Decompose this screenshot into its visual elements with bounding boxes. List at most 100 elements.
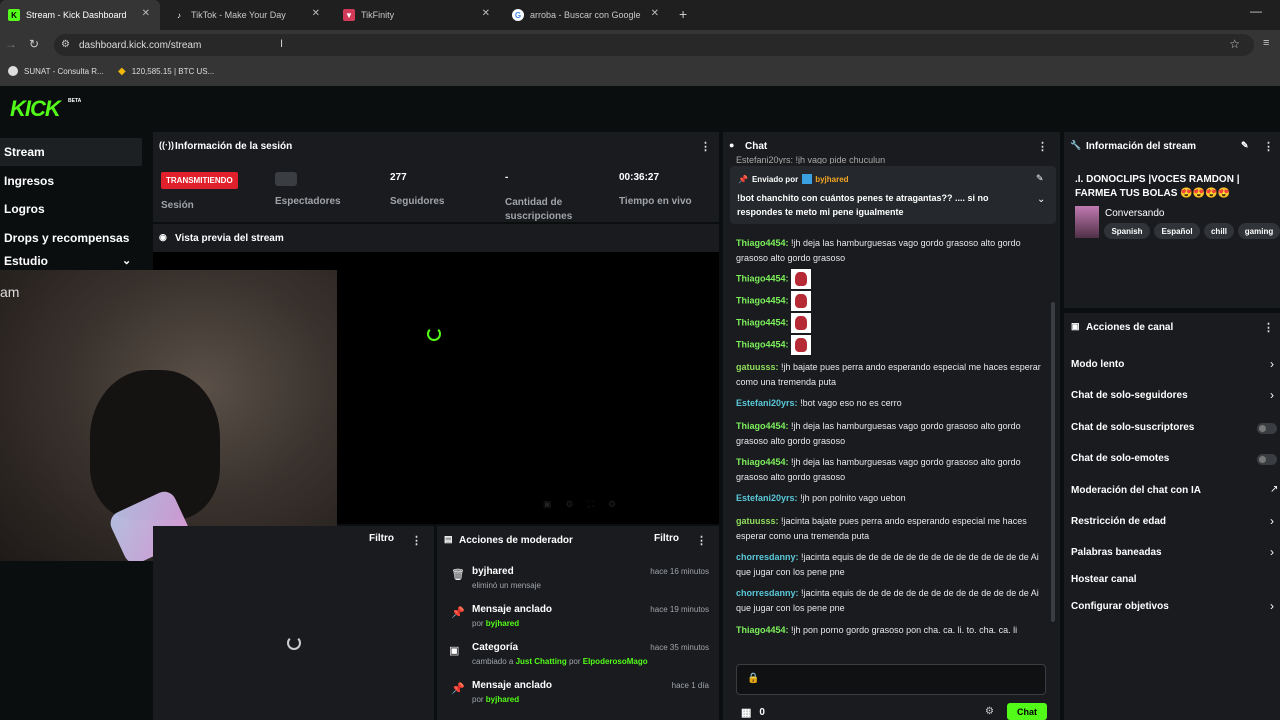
chat-message[interactable]: chorresdanny: !jacinta equis de de de de… (736, 550, 1052, 580)
tag[interactable]: chill (1204, 223, 1234, 239)
edit-icon[interactable]: ✎ (1241, 140, 1249, 151)
chat-username[interactable]: Thiago4454: (736, 339, 789, 349)
category-name[interactable]: Conversando (1105, 208, 1164, 219)
chevron-down-icon[interactable]: ⌄ (1037, 194, 1045, 205)
external-link-icon[interactable]: ↗ (1270, 484, 1278, 495)
mod-sub-user-link[interactable]: byjhared (486, 619, 519, 628)
action-ai-moderation[interactable]: Moderación del chat con IA (1071, 485, 1201, 496)
action-age-restriction[interactable]: Restricción de edad (1071, 516, 1166, 527)
more-options-icon[interactable]: ⋮ (696, 534, 707, 547)
chevron-right-icon[interactable]: › (1270, 599, 1274, 613)
reload-icon[interactable]: ↻ (29, 37, 39, 51)
mod-sub-user-link[interactable]: ElpoderosoMago (583, 657, 648, 666)
chat-username[interactable]: Thiago4454: (736, 317, 789, 327)
chat-message[interactable]: Thiago4454: (736, 291, 1052, 311)
chevron-right-icon[interactable]: › (1270, 357, 1274, 371)
chat-username[interactable]: Estefani20yrs: (736, 493, 798, 503)
filter-button[interactable]: Filtro (369, 533, 394, 544)
action-emotes-only[interactable]: Chat de solo-emotes (1071, 453, 1169, 464)
kick-logo[interactable]: KICK (10, 96, 61, 122)
chat-message[interactable]: chorresdanny: !jacinta equis de de de de… (736, 586, 1052, 616)
new-tab-icon[interactable]: + (679, 6, 687, 22)
action-host-channel[interactable]: Hostear canal (1071, 574, 1137, 585)
browser-menu-icon[interactable]: ≡ (1263, 37, 1269, 49)
chat-username[interactable]: chorresdanny: (736, 552, 799, 562)
chat-message[interactable]: Thiago4454: (736, 335, 1052, 355)
chat-username[interactable]: Thiago4454: (736, 625, 789, 635)
more-options-icon[interactable]: ⋮ (1263, 140, 1274, 153)
sidebar-item-drops[interactable]: Drops y recompensas (0, 224, 142, 252)
pinned-message[interactable]: 📌 Enviado por byjhared !bot chanchito co… (730, 166, 1056, 224)
chat-input[interactable]: 🔒 (736, 664, 1046, 695)
close-tab-icon[interactable]: ✕ (651, 8, 659, 19)
chat-message[interactable]: gatuusss: !jh bajate pues perra ando esp… (736, 360, 1052, 390)
chat-message[interactable]: gatuusss: !jacinta bajate pues perra and… (736, 514, 1052, 544)
chat-text: !jh pon porno gordo grasoso pon cha. ca.… (791, 625, 1018, 635)
emotes-only-toggle[interactable] (1257, 454, 1277, 465)
chat-username[interactable]: Thiago4454: (736, 238, 789, 248)
action-slow-mode[interactable]: Modo lento (1071, 359, 1124, 370)
more-options-icon[interactable]: ⋮ (1037, 140, 1048, 153)
more-options-icon[interactable]: ⋮ (411, 534, 422, 547)
action-banned-words[interactable]: Palabras baneadas (1071, 547, 1162, 558)
subscribers-only-toggle[interactable] (1257, 423, 1277, 434)
tab-google-search[interactable]: G arroba - Buscar con Google ✕ (504, 0, 669, 30)
chat-message[interactable]: Thiago4454: !jh deja las hamburguesas va… (736, 455, 1052, 485)
forward-icon[interactable]: → (5, 37, 17, 51)
chevron-right-icon[interactable]: › (1270, 545, 1274, 559)
sidebar-item-stream[interactable]: Stream (0, 138, 142, 166)
tag[interactable]: Spanish (1104, 223, 1150, 239)
channel-points[interactable]: ▦ 0 (741, 706, 765, 719)
close-tab-icon[interactable]: ✕ (482, 8, 490, 19)
chat-message[interactable]: Thiago4454: !jh deja las hamburguesas va… (736, 419, 1052, 449)
player-controls[interactable]: ▣⚙⛶⚙ (543, 499, 630, 510)
chat-message[interactable]: Thiago4454: (736, 269, 1052, 289)
tab-tiktok[interactable]: ♪ TikTok - Make Your Day ✕ (165, 0, 330, 30)
bookmark-star-icon[interactable]: ☆ (1229, 37, 1240, 51)
mod-action-title: Categoría (472, 642, 519, 653)
close-tab-icon[interactable]: ✕ (142, 8, 150, 19)
chat-message[interactable]: Estefani20yrs: !jh pon polnito vago uebo… (736, 491, 1052, 506)
chat-username[interactable]: Thiago4454: (736, 421, 789, 431)
chat-message[interactable]: Estefani20yrs: !bot vago eso no es cerro (736, 396, 1052, 411)
tag[interactable]: gaming (1238, 223, 1280, 239)
close-tab-icon[interactable]: ✕ (312, 8, 320, 19)
chat-message[interactable]: Thiago4454: (736, 313, 1052, 333)
action-followers-only[interactable]: Chat de solo-seguidores (1071, 390, 1188, 401)
chat-message[interactable]: Thiago4454: !jh deja las hamburguesas va… (736, 236, 1052, 266)
tab-tikfinity[interactable]: ▼ TikFinity ✕ (335, 0, 500, 30)
address-bar[interactable]: ⚙ dashboard.kick.com/stream I ☆ (54, 34, 1254, 56)
action-set-goals[interactable]: Configurar objetivos (1071, 601, 1169, 612)
minimize-window-icon[interactable]: — (1250, 4, 1262, 18)
chevron-right-icon[interactable]: › (1270, 514, 1274, 528)
mod-action-title[interactable]: byjhared (472, 566, 514, 577)
chat-settings-icon[interactable]: ⚙ (985, 706, 994, 717)
more-options-icon[interactable]: ⋮ (1263, 321, 1274, 334)
chevron-right-icon[interactable]: › (1270, 388, 1274, 402)
chat-username[interactable]: gatuusss: (736, 516, 779, 526)
mod-sub-category-link[interactable]: Just Chatting (516, 657, 567, 666)
more-options-icon[interactable]: ⋮ (700, 140, 711, 153)
filter-button[interactable]: Filtro (654, 533, 679, 544)
action-subscribers-only[interactable]: Chat de solo-suscriptores (1071, 422, 1194, 433)
sidebar-item-estudio[interactable]: Estudio ⌄ (0, 252, 142, 270)
mod-sub-user-link[interactable]: byjhared (486, 695, 519, 704)
pinned-user[interactable]: byjhared (815, 175, 848, 184)
chat-username[interactable]: Thiago4454: (736, 295, 789, 305)
send-chat-button[interactable]: Chat (1007, 703, 1047, 720)
tab-kick-dashboard[interactable]: K Stream - Kick Dashboard ✕ (0, 0, 160, 30)
chat-username[interactable]: Thiago4454: (736, 273, 789, 283)
category-thumbnail[interactable] (1075, 206, 1099, 238)
chat-username[interactable]: Thiago4454: (736, 457, 789, 467)
chat-username[interactable]: Estefani20yrs: (736, 398, 798, 408)
chat-message[interactable]: Thiago4454: !jh pon porno gordo grasoso … (736, 623, 1052, 638)
chat-username[interactable]: gatuusss: (736, 362, 779, 372)
unpin-icon[interactable]: ✎ (1036, 173, 1044, 184)
site-info-icon[interactable]: ⚙ (61, 39, 70, 50)
sidebar-item-logros[interactable]: Logros (0, 195, 142, 223)
bookmark-sunat[interactable]: SUNAT - Consulta R... (8, 66, 104, 76)
sidebar-item-ingresos[interactable]: Ingresos (0, 167, 142, 195)
bookmark-btc[interactable]: ◆ 120,585.15 | BTC US... (118, 66, 214, 77)
chat-username[interactable]: chorresdanny: (736, 588, 799, 598)
tag[interactable]: Español (1154, 223, 1200, 239)
